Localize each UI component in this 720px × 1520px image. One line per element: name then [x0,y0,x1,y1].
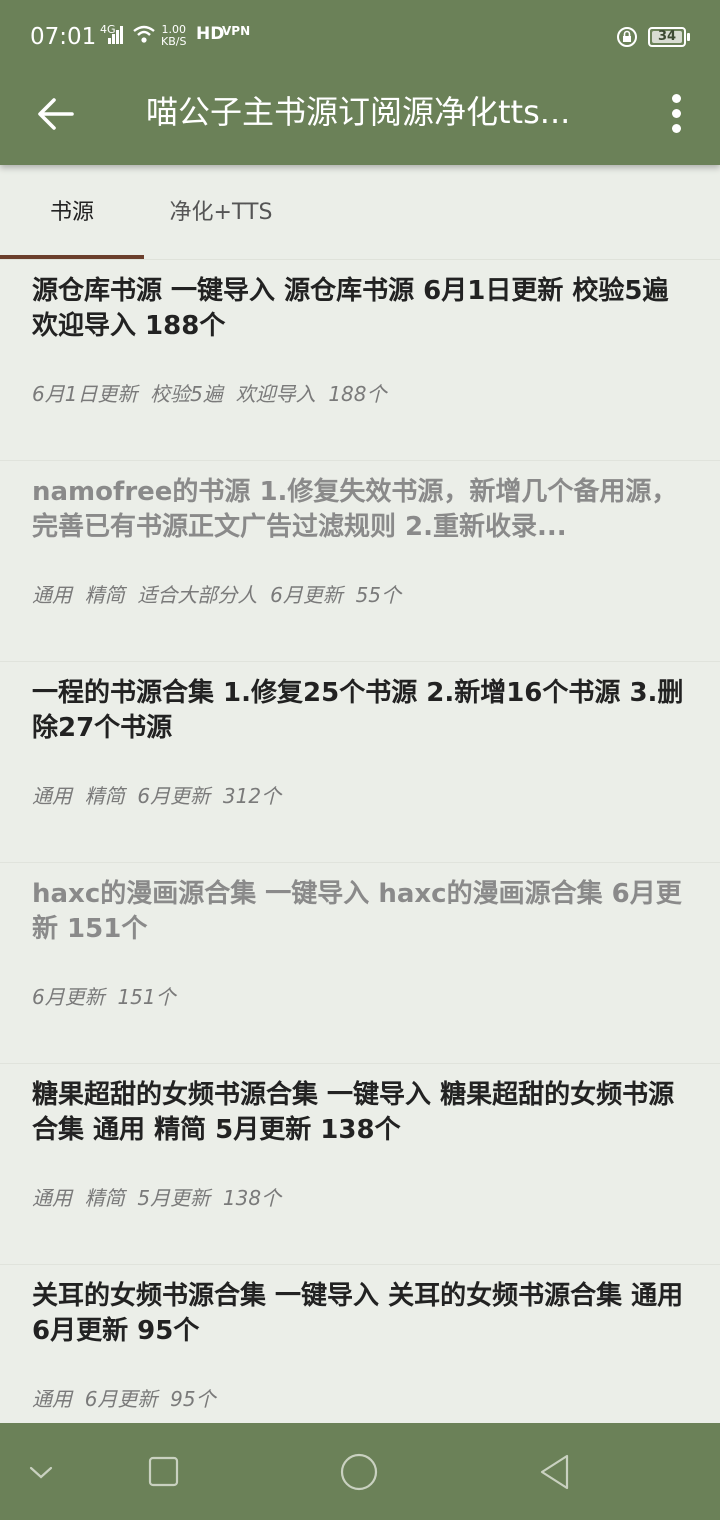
item-tags: 通用 精简 5月更新 138个 [32,1186,282,1210]
item-title: 一程的书源合集 1.修复25个书源 2.新增16个书源 3.删除27个书源 [32,678,684,743]
item-tags: 通用 精简 适合大部分人 6月更新 55个 [32,583,402,607]
tab-indicator [0,255,144,259]
item-title: 糖果超甜的女频书源合集 一键导入 糖果超甜的女频书源合集 通用 精简 5月更新 … [32,1080,675,1145]
status-bar: 07:01 4G 1.00 KB/S HD VPN 34 [0,0,720,72]
item-tags: 6月更新 151个 [32,985,176,1009]
list-item[interactable]: 一程的书源合集 1.修复25个书源 2.新增16个书源 3.删除27个书源 通用… [0,662,720,863]
battery-level: 34 [652,30,682,43]
list-item[interactable]: 源仓库书源 一键导入 源仓库书源 6月1日更新 校验5遍 欢迎导入 188个 6… [0,260,720,461]
top-bar: 07:01 4G 1.00 KB/S HD VPN 34 喵公子主书源订阅源净化… [0,0,720,165]
square-icon [148,1456,179,1487]
item-tags: 6月1日更新 校验5遍 欢迎导入 188个 [32,382,387,406]
item-title: haxc的漫画源合集 一键导入 haxc的漫画源合集 6月更新 151个 [32,879,682,944]
tab-purify-tts[interactable]: 净化+TTS [144,165,298,261]
triangle-back-icon [540,1454,569,1490]
nav-home-button[interactable] [334,1447,384,1497]
battery-icon: 34 [648,27,690,47]
nav-hide-button[interactable] [16,1447,66,1497]
back-button[interactable] [30,88,82,140]
vpn-indicator: VPN [222,24,251,38]
item-title: 源仓库书源 一键导入 源仓库书源 6月1日更新 校验5遍 欢迎导入 188个 [32,276,669,341]
tab-book-sources[interactable]: 书源 [0,165,144,261]
wifi-icon [132,24,156,50]
item-title: 关耳的女频书源合集 一键导入 关耳的女频书源合集 通用 6月更新 95个 [32,1281,684,1346]
chevron-down-icon [29,1466,53,1479]
list-item[interactable]: namofree的书源 1.修复失效书源，新增几个备用源，完善已有书源正文广告过… [0,461,720,662]
signal-icon [108,26,124,44]
network-speed: 1.00 KB/S [161,24,186,48]
nav-back-button[interactable] [530,1447,580,1497]
status-time: 07:01 [30,24,97,50]
circle-icon [340,1453,378,1491]
page-title: 喵公子主书源订阅源净化tts... [146,93,571,131]
rotation-lock-icon [616,26,638,54]
source-list: 源仓库书源 一键导入 源仓库书源 6月1日更新 校验5遍 欢迎导入 188个 6… [0,260,720,1466]
hd-indicator: HD [196,24,225,44]
speed-unit: KB/S [161,35,187,48]
system-nav-bar [0,1423,720,1520]
item-tags: 通用 精简 6月更新 312个 [32,784,282,808]
nav-recents-button[interactable] [138,1447,188,1497]
more-options-button[interactable] [664,88,690,140]
app-bar: 喵公子主书源订阅源净化tts... [0,72,720,165]
item-tags: 通用 6月更新 95个 [32,1387,216,1411]
list-item[interactable]: haxc的漫画源合集 一键导入 haxc的漫画源合集 6月更新 151个 6月更… [0,863,720,1064]
tab-bar: 书源 净化+TTS [0,165,720,261]
item-title: namofree的书源 1.修复失效书源，新增几个备用源，完善已有书源正文广告过… [32,477,678,542]
back-arrow-icon [38,98,74,130]
list-item[interactable]: 糖果超甜的女频书源合集 一键导入 糖果超甜的女频书源合集 通用 精简 5月更新 … [0,1064,720,1265]
